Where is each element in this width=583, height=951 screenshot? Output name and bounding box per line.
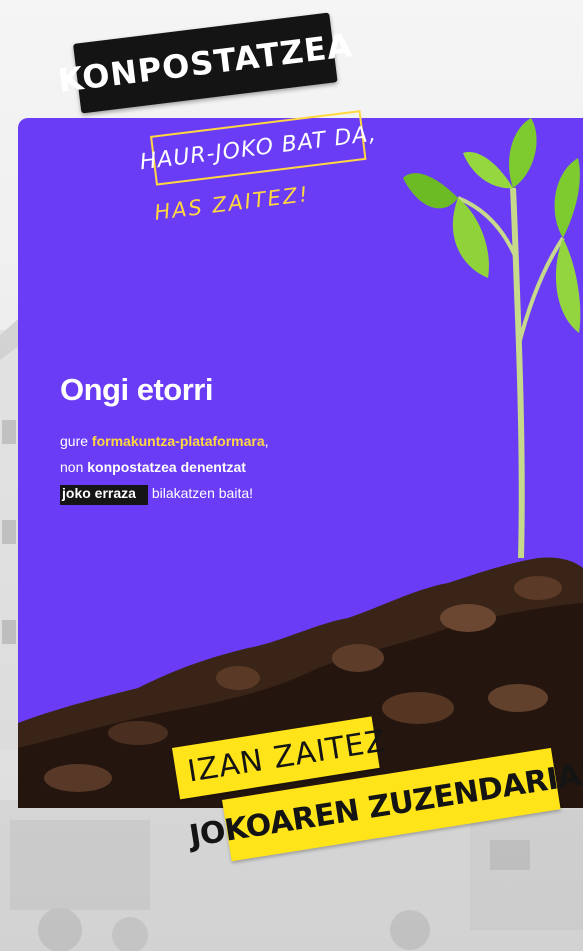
welcome-line-3-suffix: bilakatzen baita! [147, 485, 254, 501]
easy-game-highlight: joko erraza [60, 485, 148, 505]
welcome-line-1: gure formakuntza-plataformara, [60, 428, 380, 454]
plant-sprout-image [403, 118, 581, 559]
welcome-heading: Ongi etorri [60, 372, 213, 407]
welcome-text: gure formakuntza-plataformara, non konpo… [60, 428, 380, 506]
composting-highlight: konpostatzea denentzat [87, 459, 246, 475]
welcome-line-2-prefix: non [60, 459, 88, 475]
welcome-line-3: joko erraza bilakatzen baita! [60, 480, 380, 506]
platform-highlight: formakuntza-plataformara [91, 433, 265, 449]
welcome-line-2: non konpostatzea denentzat [60, 454, 380, 480]
landing-page: KONPOSTATZEA HAUR-JOKO BAT DA, HAS ZAITE… [0, 0, 583, 951]
welcome-line-1-prefix: gure [60, 433, 92, 449]
welcome-line-1-suffix: , [264, 433, 269, 449]
